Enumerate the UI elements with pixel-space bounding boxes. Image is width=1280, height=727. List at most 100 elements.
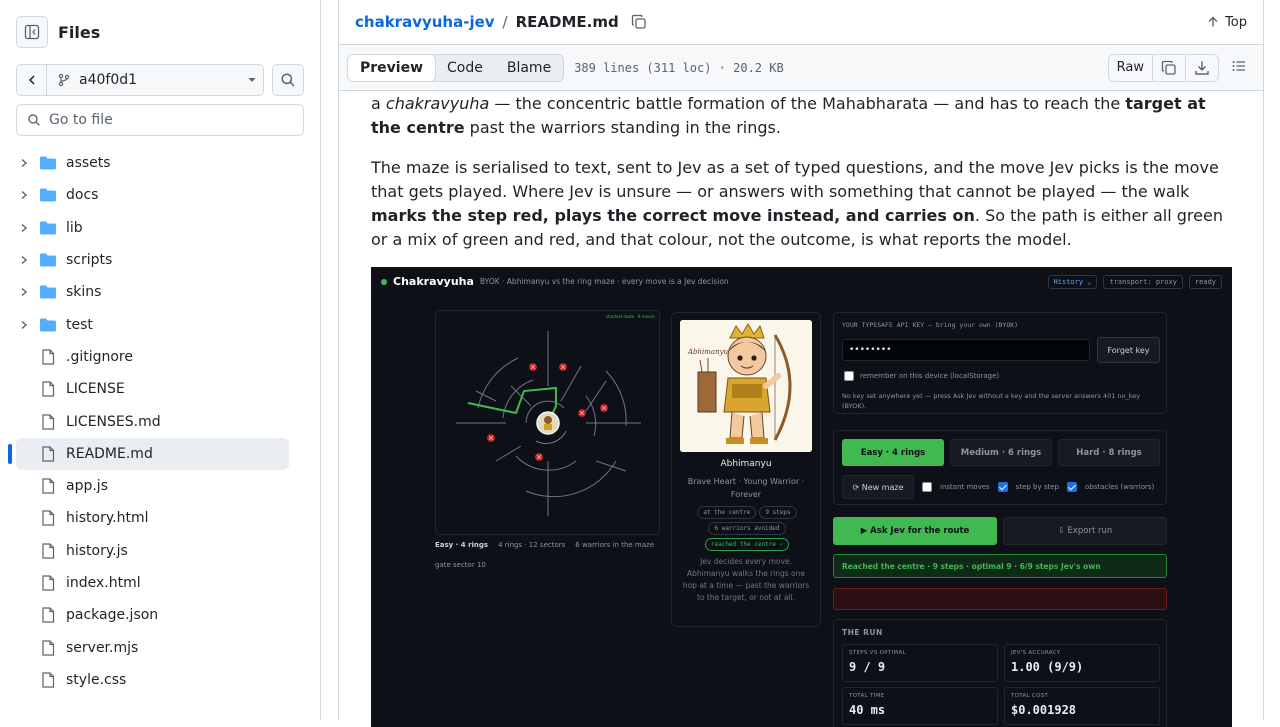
- api-key-panel: YOUR TYPESAFE API KEY — bring your own (…: [833, 312, 1167, 414]
- repo-link[interactable]: chakravyuha-jev: [355, 13, 495, 31]
- folder-icon-wrap: [38, 220, 58, 236]
- tree-item-label: history.js: [66, 542, 128, 559]
- hero-illustration: Abhimanyu: [680, 320, 812, 452]
- folder-icon: [40, 188, 56, 202]
- expand-chevron[interactable]: [16, 255, 32, 265]
- collapse-sidebar-button[interactable]: [16, 16, 48, 48]
- step-by-step-label: step by step: [1015, 483, 1059, 491]
- go-to-file-placeholder: Go to file: [49, 112, 113, 128]
- run-result-banner: Reached the centre · 9 steps · optimal 9…: [833, 554, 1167, 578]
- tree-file-item[interactable]: index.html: [16, 567, 304, 599]
- tree-file-item[interactable]: README.md: [8, 437, 289, 470]
- folder-icon-wrap: [38, 187, 58, 203]
- branch-row: a40f0d1: [16, 64, 304, 96]
- tree-folder-item[interactable]: assets: [16, 147, 304, 179]
- tree-item-label: skins: [66, 284, 102, 301]
- text: past the warriors standing in the rings.: [464, 118, 781, 137]
- folder-icon-wrap: [38, 317, 58, 333]
- search-button[interactable]: [272, 64, 304, 96]
- maze-caption: Easy · 4 rings 4 rings · 12 sectors 6 wa…: [435, 541, 654, 549]
- tree-item-label: style.css: [66, 671, 127, 688]
- tree-file-item[interactable]: history.js: [16, 535, 304, 567]
- run-stats-panel: THE RUN STEPS VS OPTIMAL 9 / 9 JEV'S ACCU…: [833, 619, 1167, 727]
- expand-chevron[interactable]: [16, 223, 32, 233]
- folder-icon: [40, 318, 56, 332]
- run-heading: THE RUN: [842, 628, 883, 637]
- tree-folder-item[interactable]: scripts: [16, 244, 304, 276]
- expand-chevron[interactable]: [16, 190, 32, 200]
- tree-file-item[interactable]: app.js: [16, 470, 304, 502]
- chevron-left-icon: [28, 75, 35, 85]
- breadcrumb-separator: /: [502, 13, 508, 31]
- tree-file-item[interactable]: server.mjs: [16, 631, 304, 663]
- text: — the concentric battle formation of the…: [489, 94, 1126, 113]
- api-key-input: ••••••••: [842, 339, 1090, 361]
- branch-dropdown-caret[interactable]: [241, 75, 263, 85]
- instant-moves-checkbox: [922, 482, 932, 492]
- copy-path-button[interactable]: [631, 14, 647, 30]
- expand-chevron[interactable]: [16, 158, 32, 168]
- tree-folder-item[interactable]: skins: [16, 276, 304, 308]
- stat-value: 40 ms: [849, 703, 886, 717]
- difficulty-easy-button: Easy · 4 rings: [842, 439, 944, 466]
- stat-value: 9 / 9: [849, 660, 886, 674]
- tab-code[interactable]: Code: [435, 55, 495, 81]
- file-icon-wrap: [38, 349, 58, 365]
- tree-folder-item[interactable]: test: [16, 308, 304, 340]
- tree-file-item[interactable]: style.css: [16, 664, 304, 696]
- file-icon-wrap: [38, 413, 58, 430]
- raw-actions-group: Raw: [1107, 53, 1219, 82]
- branch-name-area[interactable]: a40f0d1: [47, 72, 241, 88]
- file-icon: [42, 446, 55, 462]
- branch-selector[interactable]: a40f0d1: [16, 64, 264, 96]
- sidebar-title: Files: [58, 22, 101, 42]
- chevron-right-icon: [21, 288, 28, 297]
- copy-raw-button[interactable]: [1153, 54, 1186, 81]
- api-key-label: YOUR TYPESAFE API KEY — bring your own (…: [842, 321, 1019, 329]
- tree-file-item[interactable]: LICENSES.md: [16, 405, 304, 437]
- tree-file-item[interactable]: package.json: [16, 599, 304, 631]
- tree-folder-item[interactable]: docs: [16, 179, 304, 211]
- stat-value: $0.001928: [1011, 703, 1077, 717]
- file-icon-wrap: [38, 543, 58, 559]
- search-icon: [28, 114, 40, 126]
- tree-folder-item[interactable]: lib: [16, 212, 304, 244]
- maze-rings: 4 rings · 12 sectors: [498, 541, 566, 549]
- back-to-top-link[interactable]: Top: [1207, 15, 1247, 30]
- outline-button[interactable]: [1231, 58, 1247, 78]
- expand-chevron[interactable]: [16, 320, 32, 330]
- tree-item-label: app.js: [66, 478, 108, 495]
- remember-checkbox: [844, 371, 854, 381]
- new-maze-button: ⟳ New maze: [842, 475, 914, 499]
- tree-file-item[interactable]: LICENSE: [16, 373, 304, 405]
- branch-label: a40f0d1: [79, 72, 138, 88]
- maze-difficulty: Easy · 4 rings: [435, 541, 489, 549]
- maze-options: ⟳ New maze instant moves step by step ob…: [842, 475, 1154, 499]
- difficulty-medium-button: Medium · 6 rings: [950, 439, 1052, 466]
- tree-item-label: index.html: [66, 575, 141, 591]
- error-banner: [833, 588, 1167, 610]
- stat-label: JEV'S ACCURACY: [1011, 650, 1061, 656]
- hero-name: Abhimanyu: [720, 459, 772, 469]
- file-name: README.md: [515, 13, 619, 31]
- hero-description: Jev decides every move. Abhimanyu walks …: [682, 557, 810, 602]
- tree-item-label: LICENSES.md: [66, 413, 161, 430]
- tree-file-item[interactable]: .gitignore: [16, 341, 304, 373]
- chevron-right-icon: [21, 191, 28, 200]
- raw-button[interactable]: Raw: [1109, 54, 1153, 81]
- pill-position: at the centre: [697, 506, 757, 519]
- tree-item-label: LICENSE: [66, 381, 125, 398]
- go-to-file-input[interactable]: Go to file: [16, 104, 304, 136]
- maze-gate: gate sector 10: [435, 561, 486, 569]
- back-button[interactable]: [17, 65, 47, 95]
- stat-label: TOTAL COST: [1011, 693, 1049, 699]
- expand-chevron[interactable]: [16, 287, 32, 297]
- tree-file-item[interactable]: history.html: [16, 502, 304, 534]
- tab-blame[interactable]: Blame: [495, 55, 563, 81]
- text: a: [371, 94, 386, 113]
- git-branch-icon: [58, 73, 70, 87]
- bold-text: marks the step red, plays the correct mo…: [371, 206, 975, 225]
- download-button[interactable]: [1186, 55, 1218, 81]
- chevron-right-icon: [21, 320, 28, 329]
- tab-preview[interactable]: Preview: [347, 53, 437, 82]
